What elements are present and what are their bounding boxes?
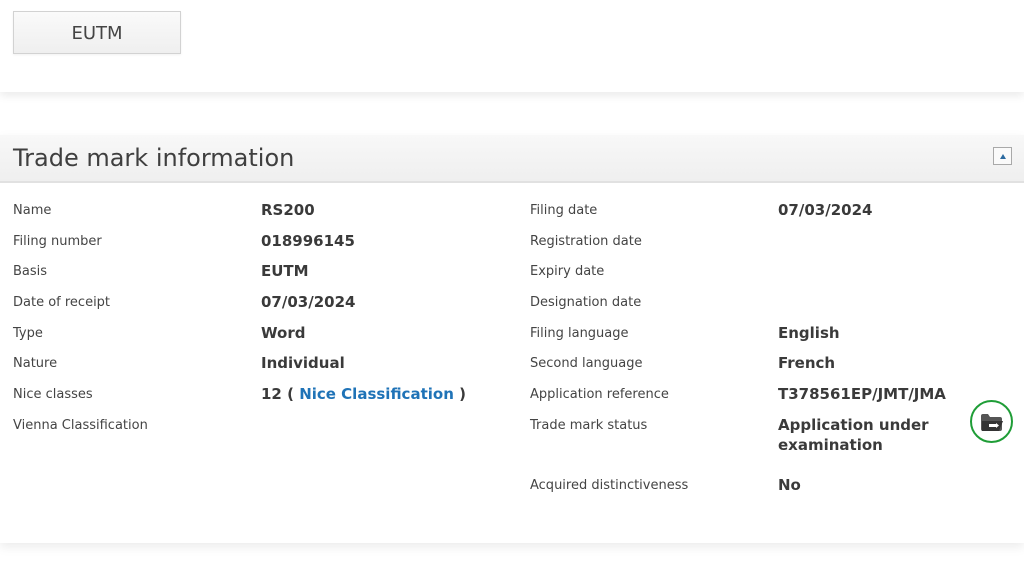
filing-number-value: 018996145 (261, 231, 355, 250)
basis-label: Basis (13, 264, 48, 280)
registration-date-label: Registration date (530, 233, 642, 249)
filing-number-label: Filing number (13, 233, 102, 249)
trade-mark-status-value: Application under examination (778, 415, 929, 454)
filing-language-label: Filing language (530, 325, 629, 341)
second-language-label: Second language (530, 356, 643, 372)
folder-icon (980, 413, 1003, 431)
nice-classes-suffix: ) (459, 385, 466, 404)
designation-date-label: Designation date (530, 295, 642, 311)
filing-date-label: Filing date (530, 203, 598, 218)
chevron-up-icon (999, 153, 1006, 159)
nice-classes-prefix: 12 ( (261, 385, 294, 404)
filing-language-value: English (778, 323, 840, 342)
date-of-receipt-label: Date of receipt (13, 295, 111, 311)
vienna-classification-label: Vienna Classification (13, 417, 148, 433)
nice-classes-label: Nice classes (13, 387, 93, 403)
name-value: RS200 (261, 201, 315, 219)
trade-mark-status-label: Trade mark status (530, 417, 648, 433)
filing-date-value: 07/03/2024 (778, 201, 873, 219)
type-label: Type (13, 325, 43, 341)
panel-header: Trade mark information (0, 135, 1024, 183)
nice-classification-link[interactable]: Nice Classification (299, 385, 454, 403)
application-reference-value: T378561EP/JMT/JMA (778, 385, 946, 404)
nice-classes-value: 12 ( Nice Classification ) (261, 384, 466, 404)
collapse-button[interactable] (993, 147, 1012, 165)
nature-value: Individual (261, 354, 345, 373)
expiry-date-label: Expiry date (530, 264, 605, 280)
panel-title: Trade mark information (13, 144, 295, 172)
status-folder-button[interactable] (970, 400, 1013, 443)
second-language-value: French (778, 354, 836, 373)
type-value: Word (261, 323, 306, 342)
date-of-receipt-value: 07/03/2024 (261, 293, 356, 312)
basis-value: EUTM (261, 262, 309, 281)
acquired-distinctiveness-label: Acquired distinctiveness (530, 477, 689, 493)
eutm-button[interactable]: EUTM (13, 11, 181, 54)
acquired-distinctiveness-value: No (778, 475, 801, 494)
top-tab-area: EUTM (0, 0, 1024, 92)
trade-mark-info-panel: Trade mark information Name RS200 Filing… (0, 135, 1024, 543)
application-reference-label: Application reference (530, 387, 669, 403)
nature-label: Nature (13, 356, 58, 372)
name-label: Name (13, 203, 52, 218)
